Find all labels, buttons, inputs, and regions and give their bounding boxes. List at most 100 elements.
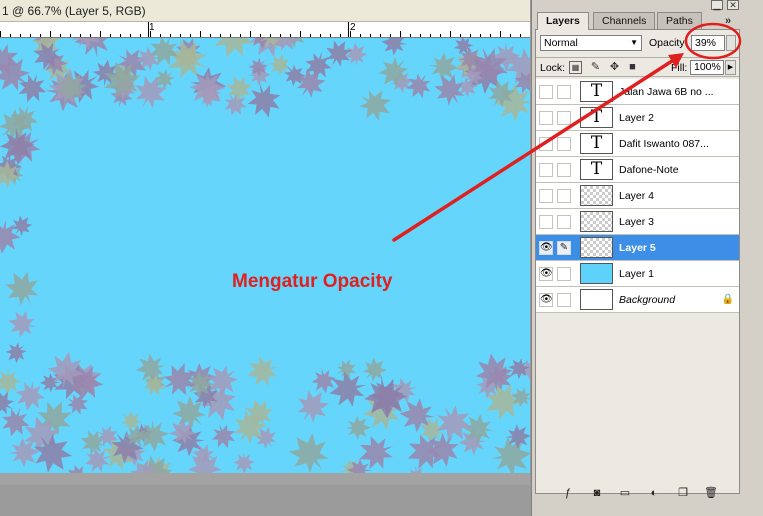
link-slot[interactable] xyxy=(557,215,571,229)
layer-name: Dafit Iswanto 087... xyxy=(619,138,709,150)
maple-leaf xyxy=(1,337,32,368)
layer-row[interactable]: 👁 Layer 1 xyxy=(536,261,739,287)
layer-thumbnail xyxy=(580,211,613,232)
layer-name: Dafone-Note xyxy=(619,164,679,176)
link-slot[interactable] xyxy=(557,85,571,99)
lock-paint-icon[interactable]: ✎ xyxy=(589,61,602,74)
text-layer-icon: T xyxy=(580,81,613,102)
visibility-eye-icon[interactable] xyxy=(539,85,553,99)
layer-name: Background xyxy=(619,294,676,306)
link-slot[interactable] xyxy=(557,163,571,177)
layer-row[interactable]: Layer 3 xyxy=(536,209,739,235)
horizontal-ruler: 1 2 xyxy=(0,22,530,38)
palette-menu-icon[interactable]: » xyxy=(725,15,731,27)
ruler-number: 2 xyxy=(350,22,356,33)
maple-leaf xyxy=(356,352,393,388)
lock-move-icon[interactable]: ✥ xyxy=(608,61,621,74)
text-layer-icon: T xyxy=(580,107,613,128)
layer-thumbnail xyxy=(580,263,613,284)
text-layer-icon: T xyxy=(580,133,613,154)
opacity-slider-button[interactable] xyxy=(726,35,736,51)
opacity-label: Opacity: xyxy=(649,37,688,49)
close-icon[interactable]: ✕ xyxy=(727,0,739,10)
layer-row[interactable]: 👁 Background 🔒 xyxy=(536,287,739,313)
maple-leaf xyxy=(242,351,283,391)
visibility-eye-icon[interactable] xyxy=(539,137,553,151)
visibility-eye-icon[interactable]: 👁 xyxy=(539,267,553,281)
maple-leaf xyxy=(0,264,47,313)
blend-mode-select[interactable]: Normal ▼ xyxy=(540,35,642,51)
link-slot[interactable] xyxy=(557,111,571,125)
layers-panel-body: Normal ▼ Opacity: 39% Lock: ▦ ✎ ✥ ■ Fill… xyxy=(535,29,740,494)
layers-list: T Jalan Jawa 6B no ... T Layer 2 T Dafit Iswa… xyxy=(536,79,739,313)
maple-leaf xyxy=(404,463,431,473)
lock-label: Lock: xyxy=(540,62,566,74)
minimize-icon[interactable]: ▁ xyxy=(711,0,723,10)
maple-leaf xyxy=(233,451,256,473)
fill-label: Fill: xyxy=(671,62,688,74)
lock-icon: 🔒 xyxy=(721,294,734,305)
maple-leaf xyxy=(345,415,371,441)
link-slot[interactable] xyxy=(557,293,571,307)
tab-channels[interactable]: Channels xyxy=(593,12,656,29)
maple-leaf xyxy=(503,352,530,384)
layer-thumbnail xyxy=(580,185,613,206)
ruler-number: 1 xyxy=(149,22,155,33)
layers-palette: ▁ ✕ Layers Channels Paths » Normal ▼ Opa… xyxy=(531,0,763,516)
layer-name: Layer 3 xyxy=(619,216,655,228)
opacity-field[interactable]: 39% xyxy=(691,35,725,51)
photoshop-workspace: 1 @ 66.7% (Layer 5, RGB) 1 2 Mengatur Op… xyxy=(0,0,763,516)
layer-row[interactable]: T Dafone-Note xyxy=(536,157,739,183)
maple-leaf xyxy=(352,82,398,128)
layer-thumbnail xyxy=(580,237,613,258)
visibility-eye-icon[interactable] xyxy=(539,189,553,203)
layer-name: Layer 2 xyxy=(619,112,655,124)
add-mask-icon[interactable]: ◙ xyxy=(590,486,604,500)
layer-row[interactable]: T Layer 2 xyxy=(536,105,739,131)
new-group-icon[interactable]: ▭ xyxy=(618,486,632,500)
layer-row[interactable]: T Jalan Jawa 6B no ... xyxy=(536,79,739,105)
maple-leaves-artwork xyxy=(0,38,530,473)
new-layer-icon[interactable]: ❐ xyxy=(676,486,690,500)
visibility-eye-icon[interactable] xyxy=(539,163,553,177)
document-scroll-area xyxy=(0,473,530,485)
link-slot[interactable] xyxy=(557,137,571,151)
maple-leaf xyxy=(280,424,339,473)
layer-name: Layer 5 xyxy=(619,242,656,254)
maple-leaf xyxy=(207,419,240,453)
layer-row[interactable]: Layer 4 xyxy=(536,183,739,209)
layer-row[interactable]: 👁 ✎ Layer 5 xyxy=(536,235,739,261)
fill-field[interactable]: 100% xyxy=(690,60,724,75)
palette-footer: ƒ ◙ ▭ ◐ ❐ 🗑 xyxy=(535,485,740,501)
layer-style-icon[interactable]: ƒ xyxy=(561,486,575,500)
trash-icon[interactable]: 🗑 xyxy=(704,486,718,500)
document-canvas[interactable]: Mengatur Opacity xyxy=(0,38,530,473)
palette-tabs: Layers Channels Paths xyxy=(537,12,747,30)
maple-leaf xyxy=(5,307,40,341)
link-slot[interactable] xyxy=(557,267,571,281)
maple-leaf xyxy=(343,41,369,68)
layer-row[interactable]: T Dafit Iswanto 087... xyxy=(536,131,739,157)
tab-paths[interactable]: Paths xyxy=(657,12,702,29)
visibility-eye-icon[interactable] xyxy=(539,111,553,125)
blend-mode-value: Normal xyxy=(544,37,578,49)
link-slot[interactable] xyxy=(557,189,571,203)
visibility-eye-icon[interactable]: 👁 xyxy=(539,293,553,307)
layer-name: Layer 1 xyxy=(619,268,655,280)
layer-name: Jalan Jawa 6B no ... xyxy=(619,86,714,98)
annotation-text: Mengatur Opacity xyxy=(232,271,393,292)
maple-leaf xyxy=(289,383,336,430)
visibility-eye-icon[interactable]: 👁 xyxy=(539,241,553,255)
lock-all-icon[interactable]: ■ xyxy=(626,61,639,74)
fill-slider-button[interactable]: ▶ xyxy=(725,60,736,75)
brush-icon[interactable]: ✎ xyxy=(557,241,571,255)
layer-name: Layer 4 xyxy=(619,190,655,202)
lock-row: Lock: ▦ ✎ ✥ ■ Fill: 100% ▶ xyxy=(536,57,739,77)
tab-layers[interactable]: Layers xyxy=(537,12,589,30)
document-title[interactable]: 1 @ 66.7% (Layer 5, RGB) xyxy=(0,0,530,22)
adjustment-layer-icon[interactable]: ◐ xyxy=(647,486,661,500)
lock-transparency-icon[interactable]: ▦ xyxy=(569,61,582,74)
chevron-down-icon: ▼ xyxy=(630,38,638,47)
visibility-eye-icon[interactable] xyxy=(539,215,553,229)
layer-thumbnail xyxy=(580,289,613,310)
